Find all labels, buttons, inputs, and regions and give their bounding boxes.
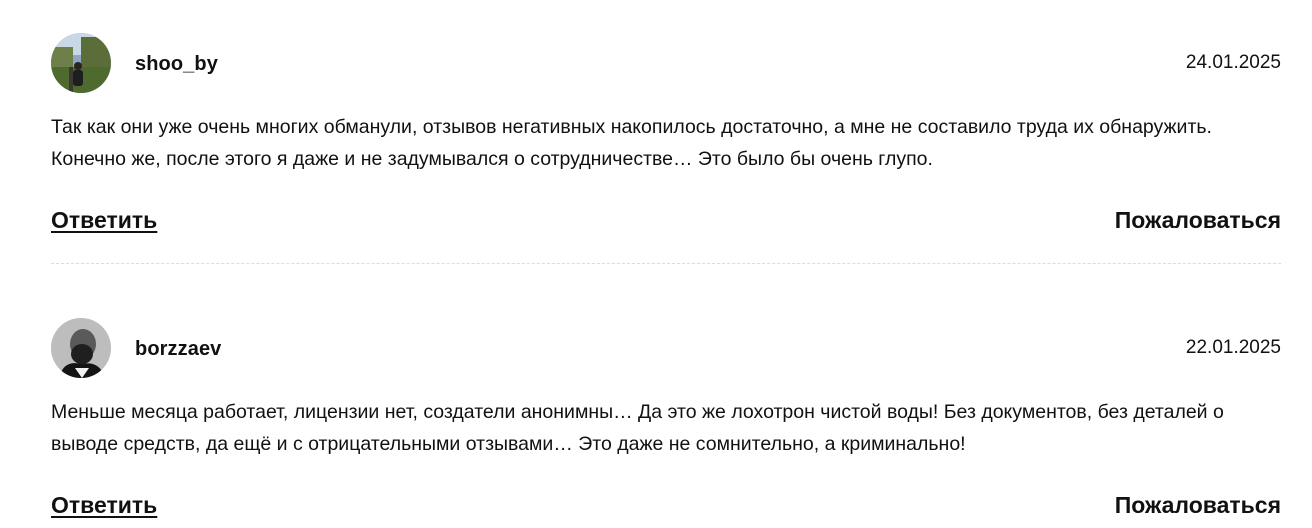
comment-divider — [51, 263, 1281, 264]
comment-header: borzzaev 22.01.2025 — [51, 318, 1281, 378]
comment-text: Так как они уже очень многих обманули, о… — [51, 116, 1212, 170]
comment: borzzaev 22.01.2025 Меньше месяца работа… — [51, 318, 1281, 518]
comment-author: shoo_by — [135, 53, 218, 75]
reply-link[interactable]: Ответить — [51, 492, 157, 519]
comment-author: borzzaev — [135, 338, 222, 360]
comment-actions: Ответить Пожаловаться — [51, 207, 1281, 243]
comment-actions: Ответить Пожаловаться — [51, 492, 1281, 528]
report-link[interactable]: Пожаловаться — [1115, 207, 1281, 234]
reply-link[interactable]: Ответить — [51, 207, 157, 234]
comment-date: 24.01.2025 — [1185, 52, 1281, 73]
avatar[interactable] — [51, 33, 111, 93]
avatar[interactable] — [51, 318, 111, 378]
comment-date: 22.01.2025 — [1185, 337, 1281, 358]
comment: shoo_by 24.01.2025 Так как они уже очень… — [51, 33, 1281, 233]
comment-text: Меньше месяца работает, лицензии нет, со… — [51, 401, 1224, 455]
comment-header: shoo_by 24.01.2025 — [51, 33, 1281, 93]
report-link[interactable]: Пожаловаться — [1115, 492, 1281, 519]
